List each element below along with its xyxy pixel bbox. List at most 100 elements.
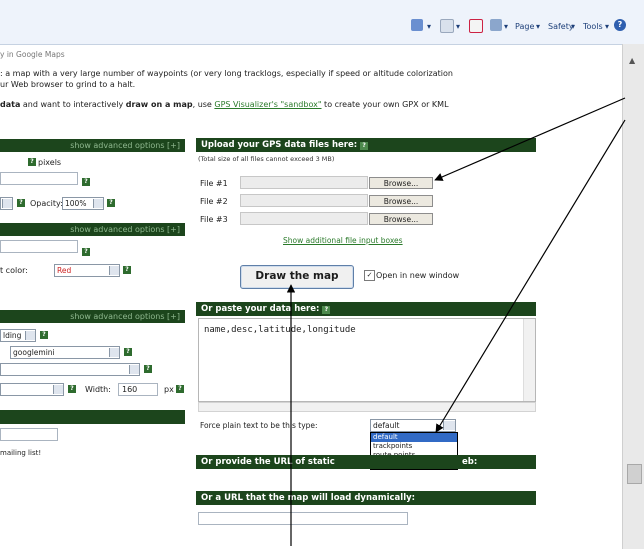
help-q-icon[interactable]: ? [40, 331, 48, 339]
sandbox-link[interactable]: GPS Visualizer's "sandbox" [214, 100, 321, 109]
safety-menu[interactable]: Safety [548, 22, 574, 31]
advanced-options-bar-1: show advanced options [+] [0, 139, 185, 152]
upload-note: (Total size of all files cannot exceed 3… [198, 155, 335, 163]
option-trackpoints[interactable]: trackpoints [371, 442, 457, 451]
upload-title: Upload your GPS data files here: [201, 140, 358, 150]
intro-text: , use [192, 100, 215, 109]
dropdown-arrow-icon[interactable]: ▾ [571, 22, 575, 31]
advanced-options-bar-2: show advanced options [+] [0, 223, 185, 236]
help-q-icon[interactable]: ? [322, 306, 331, 314]
px-label: px [164, 385, 174, 394]
open-new-window-checkbox[interactable]: ✓ [364, 270, 375, 281]
mail-icon[interactable] [469, 19, 483, 33]
help-q-icon[interactable]: ? [82, 178, 90, 186]
dropdown-arrow-icon[interactable] [109, 348, 119, 357]
textarea-scrollbar[interactable] [523, 319, 535, 401]
file-1-label: File #1 [200, 179, 228, 188]
dropdown-arrow-icon[interactable]: ▾ [536, 22, 540, 31]
help-q-icon[interactable]: ? [82, 248, 90, 256]
intro-bold-draw: draw on a map [125, 100, 193, 109]
print-icon[interactable] [490, 19, 502, 31]
dropdown-arrow-icon[interactable] [53, 385, 63, 394]
help-q-icon[interactable]: ? [176, 385, 184, 393]
show-advanced-options-link[interactable]: show advanced options [+] [70, 141, 180, 150]
show-advanced-options-link[interactable]: show advanced options [+] [70, 312, 180, 321]
intro-line-1: : a map with a very large number of wayp… [0, 69, 453, 78]
dropdown-arrow-icon[interactable]: ▾ [427, 22, 431, 31]
vertical-scrollbar[interactable]: ▲ [622, 44, 644, 549]
tools-menu[interactable]: Tools [583, 22, 603, 31]
map-type-select[interactable]: googlemini [10, 346, 120, 359]
color-select[interactable]: Red [54, 264, 120, 277]
home-icon[interactable] [411, 19, 423, 31]
url-dynamic-header: Or a URL that the map will load dynamica… [196, 491, 536, 505]
height-field[interactable] [0, 172, 78, 185]
dropdown-arrow-icon[interactable] [2, 199, 12, 208]
url-static-title: Or provide the URL of static [201, 457, 335, 467]
intro-line-0: y in Google Maps [0, 50, 65, 59]
help-q-icon[interactable]: ? [124, 348, 132, 356]
opacity-select[interactable]: 100% [62, 197, 104, 210]
upload-section-header: Upload your GPS data files here: ? [196, 138, 536, 152]
track-field[interactable] [0, 240, 78, 253]
show-advanced-options-link[interactable]: show advanced options [+] [70, 225, 180, 234]
background-select[interactable] [0, 363, 140, 376]
page-menu[interactable]: Page [515, 22, 534, 31]
opacity-value: 100% [65, 199, 87, 208]
show-more-files-link[interactable]: Show additional file input boxes [283, 236, 403, 245]
url-dynamic-field[interactable] [198, 512, 408, 525]
file-3-browse-button[interactable]: Browse... [369, 213, 433, 225]
dropdown-arrow-icon[interactable] [25, 331, 35, 340]
dropdown-arrow-icon[interactable]: ▾ [504, 22, 508, 31]
unit-select[interactable] [0, 197, 13, 210]
help-q-icon[interactable]: ? [28, 158, 36, 166]
file-2-browse-button[interactable]: Browse... [369, 195, 433, 207]
dropdown-arrow-icon[interactable] [93, 199, 103, 208]
url-static-header: Or provide the URL of static eb: [196, 455, 536, 469]
help-icon[interactable]: ? [614, 19, 626, 31]
width-field[interactable]: 160 [118, 383, 158, 396]
left-section-bar [0, 410, 185, 424]
color-value: Red [57, 266, 72, 275]
help-q-icon[interactable]: ? [360, 142, 369, 150]
intro-text: to create your own GPX or KML [321, 100, 449, 109]
force-type-value: default [373, 421, 400, 430]
file-2-label: File #2 [200, 197, 228, 206]
dropdown-arrow-icon[interactable] [443, 421, 455, 430]
map-type-value: googlemini [13, 348, 55, 357]
scroll-thumb[interactable] [627, 464, 642, 484]
force-type-select[interactable]: default [370, 419, 456, 432]
size-select[interactable] [0, 383, 64, 396]
help-q-icon[interactable]: ? [123, 266, 131, 274]
file-1-input[interactable] [240, 176, 368, 189]
paste-data-text: name,desc,latitude,longitude [204, 325, 356, 335]
elevation-value: lding [3, 331, 22, 340]
paste-section-header: Or paste your data here: ? [196, 302, 536, 316]
scroll-up-icon[interactable]: ▲ [629, 56, 635, 65]
url-static-title-tail: eb: [462, 457, 478, 467]
dropdown-arrow-icon[interactable] [129, 365, 139, 374]
help-q-icon[interactable]: ? [144, 365, 152, 373]
elevation-select[interactable]: lding [0, 329, 36, 342]
opacity-label: Opacity: [30, 199, 63, 208]
file-2-input[interactable] [240, 194, 368, 207]
dropdown-arrow-icon[interactable]: ▾ [605, 22, 609, 31]
intro-line-2: ur Web browser to grind to a halt. [0, 80, 136, 89]
help-q-icon[interactable]: ? [17, 199, 25, 207]
help-q-icon[interactable]: ? [107, 199, 115, 207]
intro-bold-data: data [0, 100, 21, 109]
force-type-label: Force plain text to be this type: [200, 421, 318, 430]
dropdown-arrow-icon[interactable] [109, 266, 119, 275]
help-q-icon[interactable]: ? [68, 385, 76, 393]
file-3-input[interactable] [240, 212, 368, 225]
textarea-h-scrollbar[interactable] [198, 402, 536, 412]
draw-map-button[interactable]: Draw the map [240, 265, 354, 289]
feeds-icon[interactable] [440, 19, 454, 33]
email-field[interactable] [0, 428, 58, 441]
paste-data-textarea[interactable]: name,desc,latitude,longitude [198, 318, 536, 402]
advanced-options-bar-3: show advanced options [+] [0, 310, 185, 323]
dropdown-arrow-icon[interactable]: ▾ [456, 22, 460, 31]
option-default[interactable]: default [371, 433, 457, 442]
paste-title: Or paste your data here: [201, 304, 320, 314]
file-1-browse-button[interactable]: Browse... [369, 177, 433, 189]
